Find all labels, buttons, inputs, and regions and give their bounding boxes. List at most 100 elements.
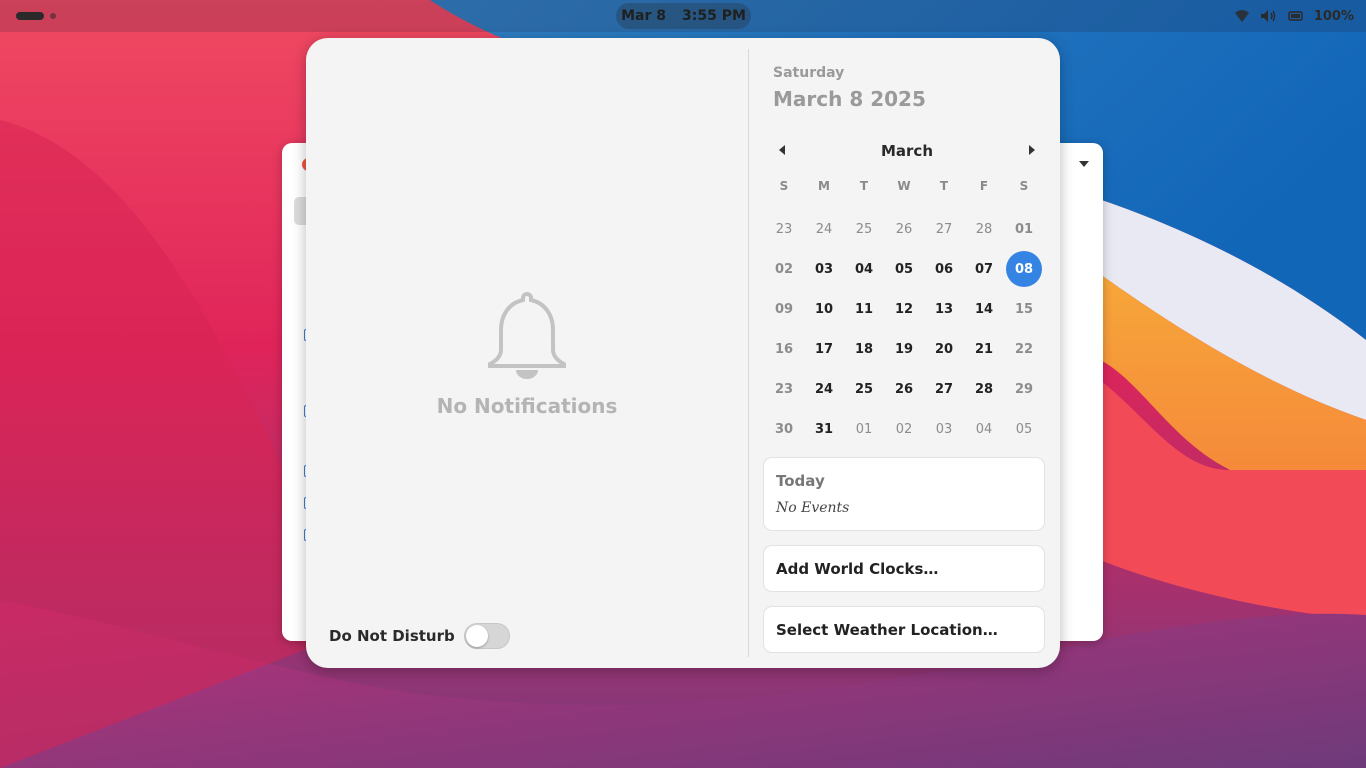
do-not-disturb-switch[interactable] [463,623,510,649]
calendar-day-number: 09 [774,301,794,317]
calendar-day-selected[interactable]: 08 [1004,249,1044,289]
calendar-day-number: 05 [894,261,914,277]
calendar-day[interactable]: 27 [924,209,964,249]
chevron-down-icon[interactable] [1079,161,1089,167]
calendar-day-number: 01 [855,421,873,437]
date-menu-popover: No Notifications Do Not Disturb Saturday… [306,38,1060,668]
calendar-day[interactable]: 13 [924,289,964,329]
calendar-day[interactable]: 22 [1004,329,1044,369]
clock-time: 3:55 PM [682,8,746,24]
calendar-day[interactable]: 24 [804,369,844,409]
calendar-day[interactable]: 02 [884,409,924,449]
clock-button[interactable]: Mar 8 3:55 PM [616,3,751,29]
calendar-day[interactable]: 10 [804,289,844,329]
calendar-day[interactable]: 02 [764,249,804,289]
calendar-day[interactable]: 28 [964,209,1004,249]
calendar-day[interactable]: 31 [804,409,844,449]
volume-icon [1260,9,1278,23]
calendar-day[interactable]: 19 [884,329,924,369]
calendar-day[interactable]: 27 [924,369,964,409]
calendar-day[interactable]: 23 [764,369,804,409]
calendar-day-number: 01 [1014,221,1034,237]
world-clocks-button[interactable]: Add World Clocks… [763,545,1045,592]
calendar-day-number: 04 [975,421,993,437]
calendar-day[interactable]: 05 [884,249,924,289]
events-section[interactable]: Today No Events [763,457,1045,531]
calendar-day[interactable]: 18 [844,329,884,369]
calendar-day-number: 03 [814,261,834,277]
calendar-day[interactable]: 30 [764,409,804,449]
weekday-header: M [818,179,830,193]
calendar-day-number: 23 [774,381,794,397]
clock-date: Mar 8 [621,8,666,24]
calendar-day[interactable]: 25 [844,369,884,409]
bell-icon [488,291,566,379]
calendar-day-number: 25 [855,221,873,237]
calendar-day[interactable]: 15 [1004,289,1044,329]
calendar-day-number: 25 [854,381,874,397]
battery-percentage: 100% [1313,8,1354,24]
top-panel: Mar 8 3:55 PM 100% [0,0,1366,32]
do-not-disturb-row: Do Not Disturb [329,623,510,649]
calendar-day[interactable]: 09 [764,289,804,329]
system-tray[interactable]: 100% [1234,0,1354,32]
calendar-day[interactable]: 16 [764,329,804,369]
calendar-day-number: 14 [974,301,994,317]
calendar-day-number: 29 [1014,381,1034,397]
calendar-day[interactable]: 26 [884,369,924,409]
calendar-day[interactable]: 25 [844,209,884,249]
calendar-day[interactable]: 21 [964,329,1004,369]
workspace-indicator[interactable] [50,13,56,19]
weekday-header: T [859,179,869,193]
calendar-day-number: 26 [894,381,914,397]
calendar-day-number: 17 [814,341,834,357]
weekday-label[interactable]: Saturday [773,65,844,81]
calendar-day[interactable]: 06 [924,249,964,289]
calendar-day-number: 12 [894,301,914,317]
calendar-day-number: 20 [934,341,954,357]
calendar-day[interactable]: 01 [844,409,884,449]
calendar-day[interactable]: 14 [964,289,1004,329]
calendar-day[interactable]: 20 [924,329,964,369]
activities-button[interactable] [16,12,44,20]
calendar-day[interactable]: 07 [964,249,1004,289]
calendar-day-number: 11 [854,301,874,317]
calendar-day[interactable]: 03 [924,409,964,449]
panel-divider [748,49,749,657]
calendar-day[interactable]: 26 [884,209,924,249]
calendar-day-number: 24 [814,381,834,397]
calendar-grid: S M T W T F S 23 24 25 26 27 28 01 02 03 04 05 06 07… [764,169,1044,449]
weather-location-label: Select Weather Location… [776,621,998,639]
calendar-header: March [768,139,1046,163]
calendar-day-number: 19 [894,341,914,357]
calendar-day[interactable]: 23 [764,209,804,249]
calendar-day-number: 07 [974,261,994,277]
no-events-label: No Events [776,500,850,516]
next-month-button[interactable] [1029,145,1035,155]
weekday-header: S [779,179,789,193]
events-title: Today [776,472,825,490]
calendar-day[interactable]: 29 [1004,369,1044,409]
calendar-day[interactable]: 03 [804,249,844,289]
calendar-day[interactable]: 24 [804,209,844,249]
calendar-day[interactable]: 17 [804,329,844,369]
calendar-day-number: 18 [854,341,874,357]
full-date-label[interactable]: March 8 2025 [773,87,926,111]
notification-list: No Notifications [306,288,748,418]
calendar-day-number: 30 [774,421,794,437]
calendar-day-number: 27 [935,221,953,237]
world-clocks-label: Add World Clocks… [776,560,939,578]
calendar-day[interactable]: 28 [964,369,1004,409]
weekday-header: T [939,179,949,193]
calendar-day[interactable]: 12 [884,289,924,329]
calendar-day[interactable]: 11 [844,289,884,329]
calendar-day[interactable]: 01 [1004,209,1044,249]
calendar-day[interactable]: 04 [964,409,1004,449]
calendar-day-number: 05 [1015,421,1033,437]
calendar-day-number: 13 [934,301,954,317]
do-not-disturb-label: Do Not Disturb [329,627,455,645]
calendar-day-number: 27 [934,381,954,397]
calendar-day[interactable]: 04 [844,249,884,289]
weather-location-button[interactable]: Select Weather Location… [763,606,1045,653]
calendar-day[interactable]: 05 [1004,409,1044,449]
